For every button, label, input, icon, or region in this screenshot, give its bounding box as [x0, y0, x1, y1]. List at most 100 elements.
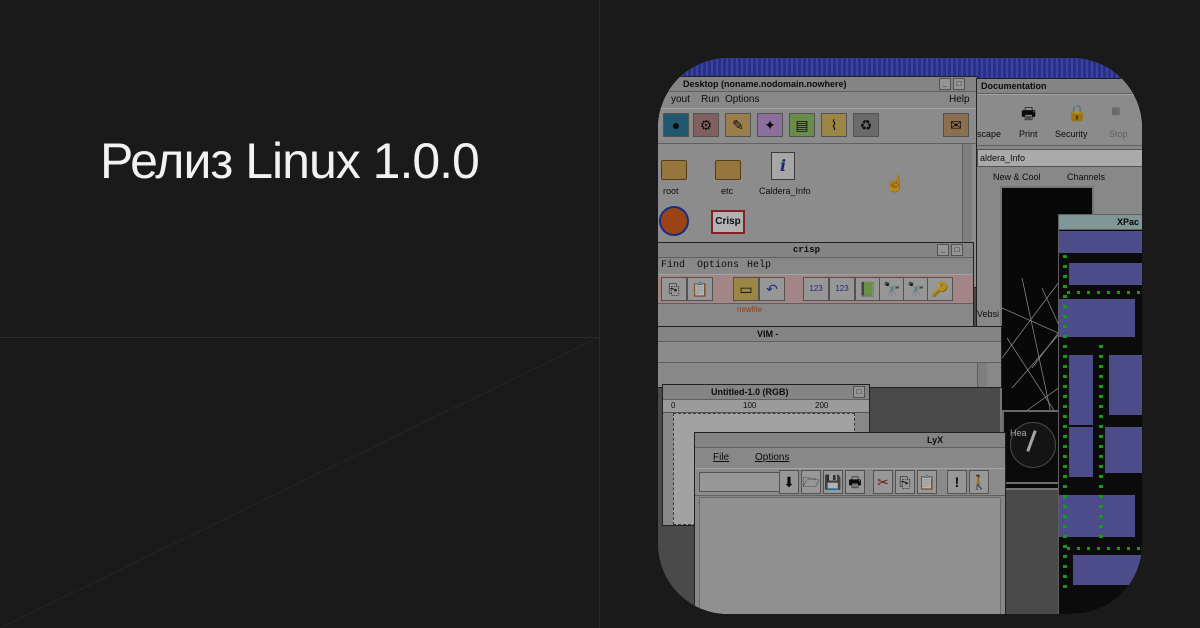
- vim-scrollbar[interactable]: [977, 363, 987, 387]
- minimize-button[interactable]: _: [937, 244, 949, 256]
- lock-icon[interactable]: 🔒: [1067, 103, 1087, 123]
- binoculars-icon[interactable]: 🔭: [879, 277, 905, 301]
- gimp-ruler: 0 100 200: [663, 400, 869, 413]
- paste-icon[interactable]: 📋: [687, 277, 713, 301]
- emphasis-icon[interactable]: !: [947, 470, 967, 494]
- save-icon[interactable]: 💾: [823, 470, 843, 494]
- stop-icon[interactable]: ■: [1111, 103, 1121, 121]
- browser-side-text: Vebsi: [977, 309, 1000, 319]
- desktop-window-titlebar[interactable]: Desktop (noname.nodomain.nowhere) _ □: [658, 77, 977, 92]
- gimp-titlebar[interactable]: Untitled-1.0 (RGB) □: [663, 385, 869, 400]
- menu-layout[interactable]: yout: [671, 92, 690, 108]
- ruler-tick-0: 0: [671, 401, 676, 410]
- browser-button-netscape[interactable]: scape: [977, 129, 1001, 139]
- maximize-button[interactable]: □: [951, 244, 963, 256]
- clock-label: Hea: [1010, 428, 1027, 438]
- crisp-badge-label: Crisp: [715, 216, 741, 227]
- netscape-icon[interactable]: [659, 206, 689, 236]
- browser-tabbar: New & Cool Channels: [977, 170, 1142, 184]
- heading-clock: Hea: [1002, 410, 1062, 484]
- copy-icon[interactable]: ⎘: [661, 277, 687, 301]
- xpac-window: XPac: [1058, 214, 1142, 614]
- vim-window: VIM -: [658, 326, 1002, 388]
- maximize-button[interactable]: □: [853, 386, 865, 398]
- maze-wall: [1059, 495, 1135, 537]
- lyx-titlebar[interactable]: LyX: [695, 433, 1005, 448]
- copy-icon[interactable]: ⎘: [895, 470, 915, 494]
- maximize-button[interactable]: □: [953, 78, 965, 90]
- maze-wall: [1069, 427, 1093, 477]
- menu-find[interactable]: Find: [661, 258, 685, 274]
- menu-help[interactable]: Help: [747, 258, 771, 274]
- icon-label-caldera-info[interactable]: Caldera_Info: [759, 186, 811, 196]
- settings-icon[interactable]: ⚙: [693, 113, 719, 137]
- info-glyph: i: [779, 156, 787, 175]
- book-icon[interactable]: 📗: [855, 277, 881, 301]
- paint-icon[interactable]: ⌇: [821, 113, 847, 137]
- folder-icon[interactable]: [715, 160, 741, 180]
- browser-button-stop[interactable]: Stop: [1109, 129, 1128, 139]
- maze-wall: [1105, 427, 1142, 473]
- document-icon[interactable]: ▤: [789, 113, 815, 137]
- folder-icon[interactable]: [661, 160, 687, 180]
- globe-icon[interactable]: ●: [663, 113, 689, 137]
- print-icon[interactable]: 🖶: [1021, 103, 1036, 130]
- browser-button-print[interactable]: Print: [1019, 129, 1038, 139]
- icon-label-etc[interactable]: etc: [721, 186, 733, 196]
- xpac-titlebar[interactable]: XPac: [1059, 215, 1142, 230]
- location-field[interactable]: aldera_Info: [977, 149, 1142, 167]
- binoculars-icon[interactable]: 🔭: [903, 277, 929, 301]
- trash-icon[interactable]: ♻: [853, 113, 879, 137]
- menu-options[interactable]: Options: [725, 92, 759, 108]
- desktop-toolbar: ● ⚙ ✎ ✦ ▤ ⌇ ♻ ✉: [658, 108, 977, 144]
- crisp-icon[interactable]: Crisp: [711, 210, 745, 234]
- undo-icon[interactable]: ↶: [759, 277, 785, 301]
- minimize-button[interactable]: _: [939, 78, 951, 90]
- mailbox-icon[interactable]: ✉: [943, 113, 969, 137]
- menu-file[interactable]: File: [713, 448, 729, 468]
- icon-label-root[interactable]: root: [663, 186, 679, 196]
- vim-titlebar[interactable]: VIM -: [658, 327, 1001, 342]
- crisp-window-titlebar[interactable]: crisp _ □: [658, 243, 973, 258]
- menu-options[interactable]: Options: [755, 448, 789, 468]
- menu-options[interactable]: Options: [697, 258, 739, 274]
- browser-window-titlebar[interactable]: Documentation: [977, 79, 1142, 94]
- pencil-icon[interactable]: ✎: [725, 113, 751, 137]
- maze-dots: [1067, 547, 1142, 550]
- crisp-status: newfile: [658, 304, 973, 316]
- paste-icon[interactable]: 📋: [917, 470, 937, 494]
- maze-wall: [1059, 231, 1142, 253]
- counter-icon[interactable]: 123: [803, 277, 829, 301]
- browser-button-security[interactable]: Security: [1055, 129, 1088, 139]
- figure-icon[interactable]: 🚶: [969, 470, 989, 494]
- window-title: Desktop (noname.nodomain.nowhere): [683, 79, 847, 89]
- lyx-document-area[interactable]: [699, 497, 1001, 614]
- crisp-menubar: Find Options Help: [658, 258, 973, 274]
- print-icon[interactable]: 🖶: [845, 470, 865, 494]
- cut-icon[interactable]: ✂: [873, 470, 893, 494]
- gimp-title: Untitled-1.0 (RGB): [711, 387, 789, 397]
- folder-icon[interactable]: ▭: [733, 277, 759, 301]
- maze-wall: [1059, 299, 1135, 337]
- tab-new-cool[interactable]: New & Cool: [993, 170, 1041, 184]
- browser-toolbar: scape 🖶 Print 🔒 Security ■ Stop: [977, 94, 1142, 146]
- down-arrow-icon[interactable]: ⬇: [779, 470, 799, 494]
- crisp-toolbar: ⎘ 📋 ▭ ↶ 123 123 📗 🔭 🔭 🔑: [658, 274, 973, 304]
- counter-icon[interactable]: 123: [829, 277, 855, 301]
- draw-icon[interactable]: ✦: [757, 113, 783, 137]
- maze-dots: [1063, 255, 1067, 595]
- menu-help[interactable]: Help: [949, 92, 970, 108]
- info-icon[interactable]: i: [771, 152, 795, 180]
- key-icon[interactable]: 🔑: [927, 277, 953, 301]
- tab-channels[interactable]: Channels: [1067, 170, 1105, 184]
- open-folder-icon[interactable]: 🗁: [801, 470, 821, 494]
- ruler-tick-100: 100: [743, 401, 757, 410]
- menu-run[interactable]: Run: [701, 92, 719, 108]
- maze-dots: [1067, 291, 1142, 294]
- lyx-window: LyX File Options ⬇ 🗁 💾 🖶 ✂ ⎘ 📋 ! 🚶: [694, 432, 1006, 614]
- maze-dots: [1099, 345, 1103, 545]
- lyx-layout-select[interactable]: [699, 472, 781, 492]
- lyx-menubar: File Options: [695, 448, 1005, 468]
- location-text: aldera_Info: [980, 153, 1026, 163]
- desktop-menubar: yout Run Options Help: [658, 92, 977, 108]
